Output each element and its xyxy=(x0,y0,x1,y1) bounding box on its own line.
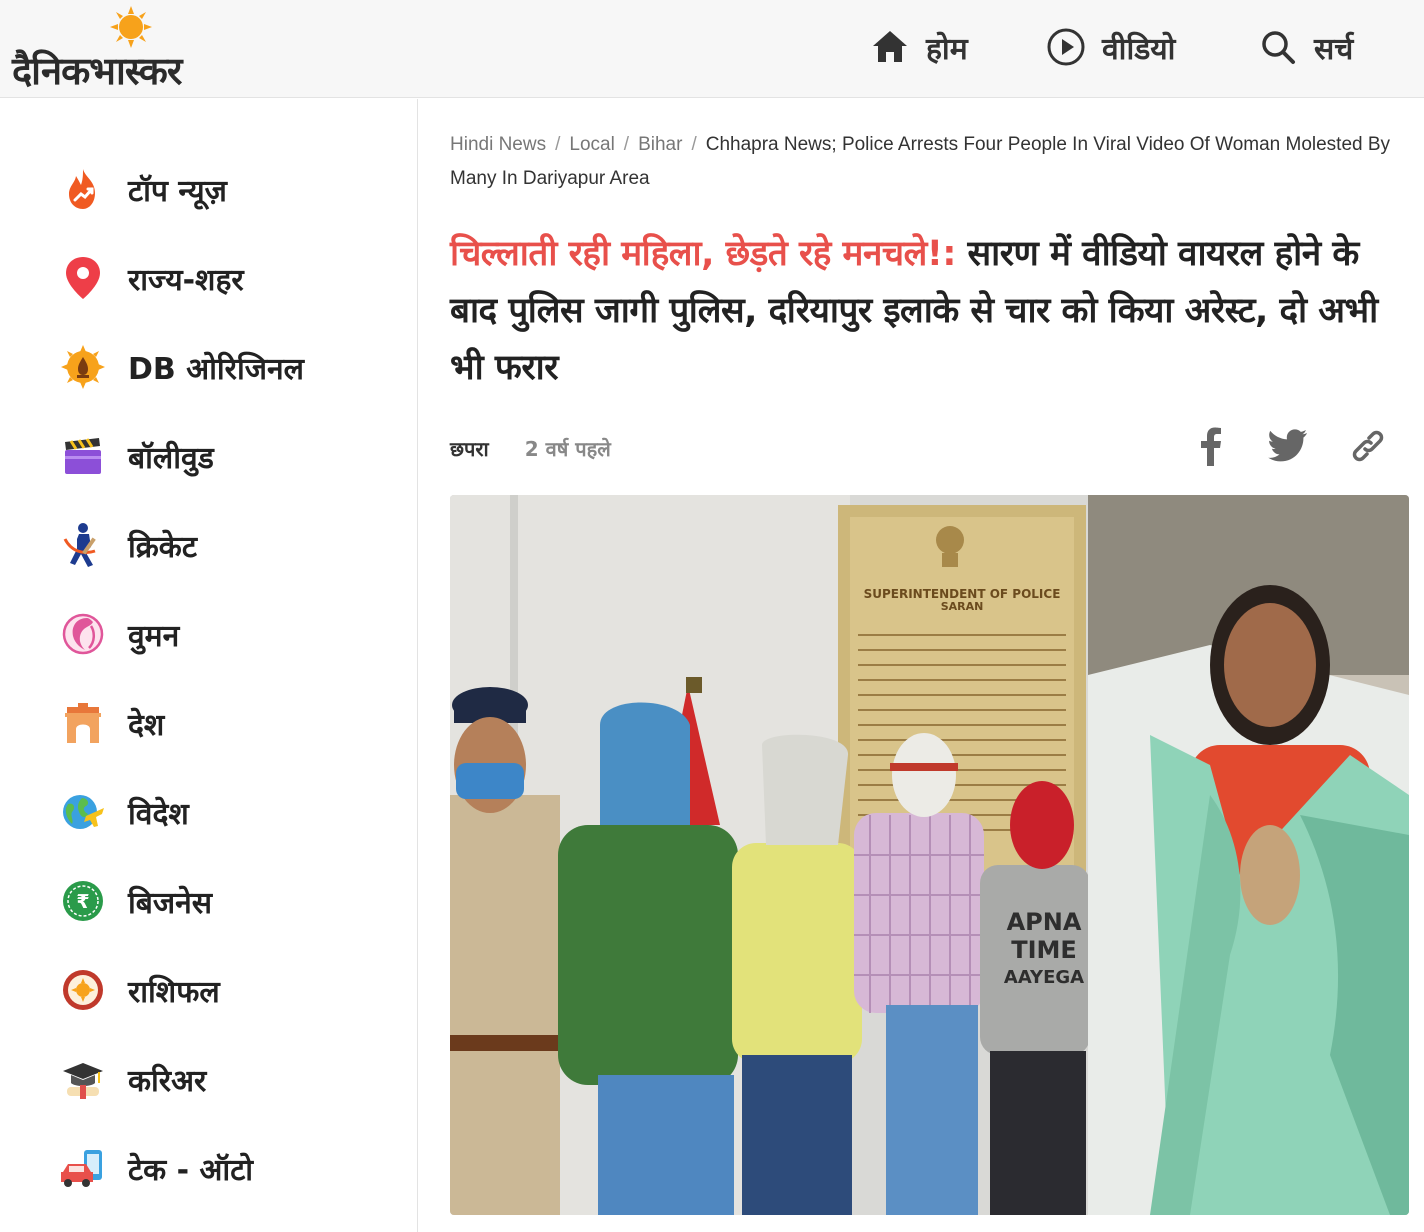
headline-highlight: चिल्लाती रही महिला, छेड़ते रहे मनचले!: xyxy=(450,234,956,274)
sidebar-item-horoscope[interactable]: राशिफल xyxy=(60,960,390,1020)
db-original-icon xyxy=(60,344,106,390)
twitter-icon xyxy=(1268,429,1307,462)
breadcrumb-separator: / xyxy=(691,134,697,155)
hero-photo-illustration: SUPERINTENDENT OF POLICE SARAN APNA TIME… xyxy=(450,495,1409,1215)
sidebar-item-label: टेक - ऑटो xyxy=(128,1152,254,1188)
rupee-coin-icon: ₹ xyxy=(60,878,106,924)
sidebar-item-abroad[interactable]: विदेश xyxy=(60,782,390,842)
car-phone-icon xyxy=(60,1145,106,1191)
shirt-text-1: APNA xyxy=(1007,908,1082,936)
sidebar-item-country[interactable]: देश xyxy=(60,693,390,753)
sidebar-item-label: विदेश xyxy=(128,796,189,832)
home-icon xyxy=(873,31,907,62)
india-gate-icon xyxy=(60,700,106,746)
globe-plane-icon xyxy=(60,789,106,835)
nav-home[interactable]: होम xyxy=(870,22,968,72)
sidebar-item-label: देश xyxy=(128,707,165,743)
breadcrumb-link-bihar[interactable]: Bihar xyxy=(638,134,682,155)
breadcrumb-link-hindi-news[interactable]: Hindi News xyxy=(450,134,546,155)
sidebar-item-label: बिजनेस xyxy=(128,885,213,921)
sidebar-item-woman[interactable]: वुमन xyxy=(60,604,390,664)
sidebar-item-label: राशिफल xyxy=(128,974,220,1010)
sidebar: टॉप न्यूज़ राज्य-शहर DB ओरिजिनल बॉलीवुड … xyxy=(0,99,418,1232)
sidebar-item-tech-auto[interactable]: टेक - ऑटो xyxy=(60,1138,390,1198)
logo-sun-icon xyxy=(110,6,152,48)
logo-text: दैनिकभास्कर xyxy=(12,49,182,93)
breadcrumb-separator: / xyxy=(623,134,630,155)
sidebar-item-label: क्रिकेट xyxy=(128,529,197,565)
article-time: 2 वर्ष पहले xyxy=(524,436,611,461)
share-twitter-button[interactable] xyxy=(1266,424,1310,468)
facebook-icon xyxy=(1201,427,1221,466)
cricket-batsman-icon xyxy=(60,522,106,568)
article-city[interactable]: छपरा xyxy=(450,435,489,462)
sidebar-item-business[interactable]: ₹ बिजनेस xyxy=(60,871,390,931)
zodiac-wheel-icon xyxy=(60,967,106,1013)
sidebar-item-label: वुमन xyxy=(128,618,180,654)
sidebar-item-label: राज्य-शहर xyxy=(128,262,244,298)
site-header: दैनिकभास्कर होम वीडियो सर्च xyxy=(0,0,1424,98)
sidebar-item-db-original[interactable]: DB ओरिजिनल xyxy=(60,337,390,397)
shirt-text-3: AAYEGA xyxy=(1004,967,1084,988)
graduation-cap-icon xyxy=(60,1056,106,1102)
sidebar-item-label: बॉलीवुड xyxy=(128,440,214,476)
svg-text:₹: ₹ xyxy=(76,891,89,913)
board-title: SUPERINTENDENT OF POLICE xyxy=(864,587,1061,601)
sidebar-item-top-news[interactable]: टॉप न्यूज़ xyxy=(60,159,390,219)
sidebar-item-cricket[interactable]: क्रिकेट xyxy=(60,515,390,575)
breadcrumb-separator: / xyxy=(555,134,561,155)
board-subtitle: SARAN xyxy=(941,600,984,613)
flame-trending-icon xyxy=(60,166,106,212)
share-facebook-button[interactable] xyxy=(1188,424,1232,468)
sidebar-item-career[interactable]: करिअर xyxy=(60,1049,390,1109)
site-logo[interactable]: दैनिकभास्कर xyxy=(10,6,240,93)
clapperboard-icon xyxy=(60,433,106,479)
sidebar-item-label: करिअर xyxy=(128,1063,207,1099)
nav-search[interactable]: सर्च xyxy=(1258,22,1353,72)
location-pin-icon xyxy=(60,255,106,301)
play-circle-icon xyxy=(1047,28,1085,66)
link-icon xyxy=(1352,430,1384,462)
sidebar-item-label: टॉप न्यूज़ xyxy=(128,173,227,209)
article-headline: चिल्लाती रही महिला, छेड़ते रहे मनचले!: स… xyxy=(450,226,1412,397)
nav-video[interactable]: वीडियो xyxy=(1046,22,1175,72)
nav-home-label: होम xyxy=(926,31,968,67)
article-meta: छपरा 2 वर्ष पहले xyxy=(450,430,611,466)
sidebar-item-state-city[interactable]: राज्य-शहर xyxy=(60,248,390,308)
sidebar-item-label: DB ओरिजिनल xyxy=(128,351,304,387)
breadcrumb: Hindi News / Local / Bihar / Chhapra News; Pol… xyxy=(450,128,1400,196)
nav-video-label: वीडियो xyxy=(1102,31,1176,67)
sidebar-item-bollywood[interactable]: बॉलीवुड xyxy=(60,426,390,486)
article-hero-image[interactable]: SUPERINTENDENT OF POLICE SARAN APNA TIME… xyxy=(450,495,1409,1215)
search-icon xyxy=(1262,31,1295,64)
woman-face-icon xyxy=(60,611,106,657)
breadcrumb-link-local[interactable]: Local xyxy=(569,134,614,155)
shirt-text-2: TIME xyxy=(1011,936,1077,964)
nav-search-label: सर्च xyxy=(1314,31,1354,67)
share-link-button[interactable] xyxy=(1346,424,1390,468)
